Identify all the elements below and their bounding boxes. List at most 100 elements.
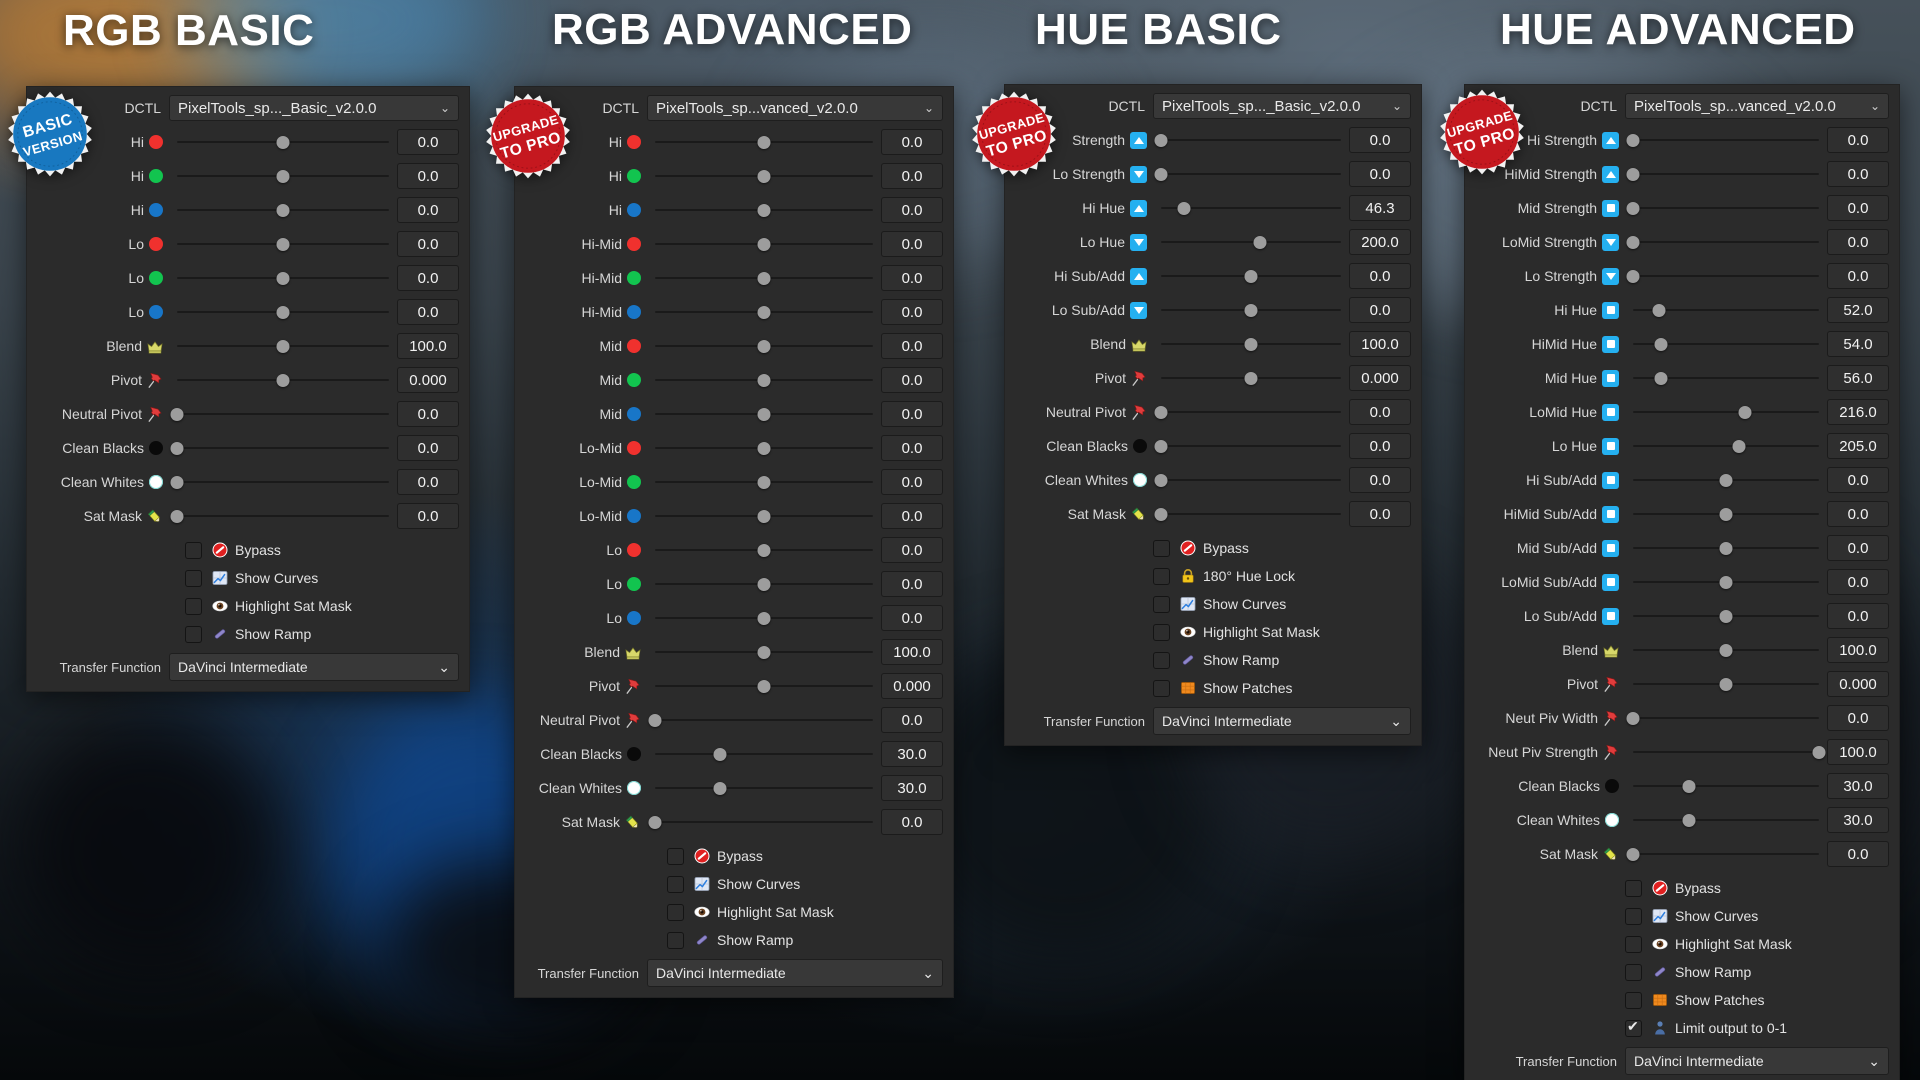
param-value-input[interactable]: 52.0 [1827, 297, 1889, 323]
checkbox[interactable] [1153, 679, 1170, 697]
param-value-input[interactable]: 0.0 [397, 163, 459, 189]
param-slider[interactable] [655, 163, 873, 189]
param-value-input[interactable]: 0.0 [881, 163, 943, 189]
param-slider[interactable] [1633, 807, 1819, 833]
param-value-input[interactable]: 0.000 [1349, 365, 1411, 391]
slider-knob[interactable] [1626, 168, 1640, 181]
param-slider[interactable] [177, 197, 389, 223]
slider-knob[interactable] [757, 170, 771, 183]
param-slider[interactable] [1154, 433, 1341, 459]
param-slider[interactable] [655, 503, 873, 529]
slider-knob[interactable] [1154, 134, 1168, 147]
slider-knob[interactable] [170, 476, 184, 489]
checkbox-row[interactable]: Highlight Sat Mask [37, 593, 459, 619]
param-slider[interactable] [177, 333, 389, 359]
slider-knob[interactable] [1244, 270, 1258, 283]
param-value-input[interactable]: 0.0 [881, 197, 943, 223]
param-slider[interactable] [1633, 637, 1819, 663]
param-slider[interactable] [655, 231, 873, 257]
slider-knob[interactable] [757, 510, 771, 523]
param-slider[interactable] [1154, 467, 1341, 493]
param-slider[interactable] [177, 163, 389, 189]
slider-knob[interactable] [1719, 576, 1733, 589]
slider-knob[interactable] [1626, 848, 1640, 861]
param-slider[interactable] [1154, 127, 1341, 153]
checkbox-row[interactable]: Highlight Sat Mask [1475, 931, 1889, 957]
slider-knob[interactable] [1719, 542, 1733, 555]
param-value-input[interactable]: 0.000 [397, 367, 459, 393]
param-slider[interactable] [1626, 263, 1819, 289]
slider-knob[interactable] [1719, 508, 1733, 521]
slider-knob[interactable] [757, 340, 771, 353]
param-slider[interactable] [1633, 501, 1819, 527]
param-slider[interactable] [648, 809, 873, 835]
checkbox[interactable] [667, 875, 684, 893]
param-slider[interactable] [170, 401, 389, 427]
checkbox-row[interactable]: 180° Hue Lock [1015, 563, 1411, 589]
param-slider[interactable] [655, 367, 873, 393]
dctl-select[interactable]: PixelTools_sp...vanced_v2.0.0 ⌄ [1625, 93, 1889, 119]
checkbox-row[interactable]: Show Curves [37, 565, 459, 591]
param-value-input[interactable]: 0.0 [397, 435, 459, 461]
param-slider[interactable] [655, 265, 873, 291]
checkbox[interactable] [1625, 991, 1642, 1009]
param-slider[interactable] [1633, 365, 1819, 391]
param-slider[interactable] [1633, 535, 1819, 561]
slider-knob[interactable] [1154, 406, 1168, 419]
checkbox[interactable] [667, 931, 684, 949]
param-value-input[interactable]: 0.0 [1827, 535, 1889, 561]
slider-knob[interactable] [170, 408, 184, 421]
param-value-input[interactable]: 0.0 [881, 435, 943, 461]
param-value-input[interactable]: 0.0 [1827, 467, 1889, 493]
param-value-input[interactable]: 0.0 [397, 129, 459, 155]
transfer-function-select[interactable]: DaVinci Intermediate ⌄ [647, 959, 943, 987]
transfer-function-select[interactable]: DaVinci Intermediate ⌄ [169, 653, 459, 681]
slider-knob[interactable] [1244, 304, 1258, 317]
slider-knob[interactable] [1719, 644, 1733, 657]
param-slider[interactable] [655, 537, 873, 563]
param-value-input[interactable]: 0.0 [1827, 127, 1889, 153]
checkbox[interactable] [1625, 1018, 1642, 1037]
slider-knob[interactable] [276, 136, 290, 149]
param-slider[interactable] [170, 503, 389, 529]
slider-knob[interactable] [276, 170, 290, 183]
checkbox-row[interactable]: Bypass [525, 843, 943, 869]
checkbox-row[interactable]: Show Curves [525, 871, 943, 897]
slider-knob[interactable] [170, 442, 184, 455]
param-value-input[interactable]: 0.0 [1827, 161, 1889, 187]
checkbox[interactable] [1625, 935, 1642, 953]
param-slider[interactable] [1633, 331, 1819, 357]
param-value-input[interactable]: 0.0 [1349, 263, 1411, 289]
slider-knob[interactable] [1177, 202, 1191, 215]
slider-knob[interactable] [757, 374, 771, 387]
param-slider[interactable] [1161, 365, 1341, 391]
slider-knob[interactable] [276, 238, 290, 251]
param-slider[interactable] [1633, 603, 1819, 629]
param-value-input[interactable]: 0.0 [881, 707, 943, 733]
param-slider[interactable] [1161, 229, 1341, 255]
param-slider[interactable] [1633, 739, 1826, 765]
param-value-input[interactable]: 0.0 [1827, 229, 1889, 255]
slider-knob[interactable] [648, 816, 662, 829]
checkbox-row[interactable]: Show Ramp [1015, 647, 1411, 673]
checkbox-row[interactable]: Show Ramp [525, 927, 943, 953]
param-slider[interactable] [655, 571, 873, 597]
param-value-input[interactable]: 0.0 [1349, 433, 1411, 459]
param-slider[interactable] [655, 333, 873, 359]
param-slider[interactable] [655, 197, 873, 223]
param-slider[interactable] [1626, 195, 1819, 221]
slider-knob[interactable] [276, 374, 290, 387]
param-slider[interactable] [655, 605, 873, 631]
param-value-input[interactable]: 0.0 [1827, 841, 1889, 867]
dctl-select[interactable]: PixelTools_sp..._Basic_v2.0.0 ⌄ [169, 95, 459, 121]
param-slider[interactable] [1633, 399, 1819, 425]
param-slider[interactable] [170, 435, 389, 461]
slider-knob[interactable] [170, 510, 184, 523]
slider-knob[interactable] [757, 408, 771, 421]
slider-knob[interactable] [1626, 712, 1640, 725]
slider-knob[interactable] [757, 578, 771, 591]
checkbox[interactable] [1153, 651, 1170, 669]
slider-knob[interactable] [757, 442, 771, 455]
slider-knob[interactable] [1652, 304, 1666, 317]
checkbox-row[interactable]: Show Ramp [1475, 959, 1889, 985]
